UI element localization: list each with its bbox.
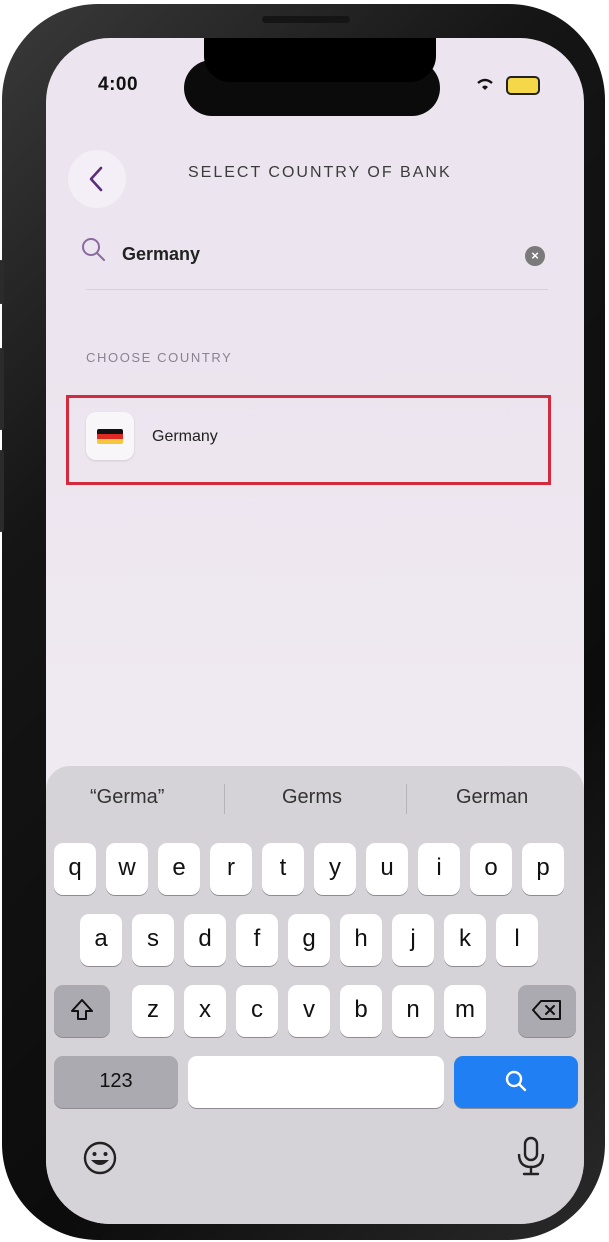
status-time: 4:00 [98, 74, 139, 95]
key-d[interactable]: d [184, 914, 226, 966]
key-n[interactable]: n [392, 985, 434, 1037]
search-icon [505, 1070, 527, 1092]
flag-container [86, 412, 134, 460]
backspace-icon [532, 1000, 561, 1020]
volume-down-button [0, 450, 4, 532]
key-m[interactable]: m [444, 985, 486, 1037]
suggestion-1[interactable]: “Germa” [90, 786, 164, 809]
germany-flag-icon [97, 429, 123, 444]
key-t[interactable]: t [262, 843, 304, 895]
suggestion-3[interactable]: German [456, 786, 528, 809]
key-v[interactable]: v [288, 985, 330, 1037]
search-divider [86, 289, 548, 290]
phone-frame: 4:00 SELECT COUNTRY OF BANK Germany × CH… [0, 4, 605, 1240]
screen: 4:00 SELECT COUNTRY OF BANK Germany × CH… [46, 38, 584, 1224]
country-list-item[interactable]: Germany [86, 408, 526, 464]
search-key[interactable] [454, 1056, 578, 1108]
notch [204, 38, 436, 82]
key-h[interactable]: h [340, 914, 382, 966]
key-g[interactable]: g [288, 914, 330, 966]
microphone-icon [517, 1136, 545, 1176]
space-key[interactable] [188, 1056, 444, 1108]
key-j[interactable]: j [392, 914, 434, 966]
back-button[interactable] [68, 150, 126, 208]
shift-icon [71, 999, 93, 1020]
key-y[interactable]: y [314, 843, 356, 895]
shift-key[interactable] [54, 985, 110, 1037]
clear-icon[interactable]: × [525, 246, 545, 266]
emoji-icon [83, 1141, 117, 1175]
emoji-button[interactable] [82, 1140, 118, 1184]
search-icon [82, 238, 105, 261]
battery-icon [506, 76, 540, 95]
key-k[interactable]: k [444, 914, 486, 966]
page-title: SELECT COUNTRY OF BANK [188, 164, 452, 181]
key-c[interactable]: c [236, 985, 278, 1037]
key-e[interactable]: e [158, 843, 200, 895]
search-input[interactable]: Germany [122, 244, 200, 265]
country-name: Germany [152, 428, 218, 445]
volume-up-button [0, 348, 4, 430]
key-z[interactable]: z [132, 985, 174, 1037]
earpiece-speaker [262, 16, 350, 23]
key-a[interactable]: a [80, 914, 122, 966]
suggestion-2[interactable]: Germs [282, 786, 342, 809]
key-b[interactable]: b [340, 985, 382, 1037]
suggestion-divider [224, 784, 225, 814]
wifi-icon [474, 76, 496, 96]
key-p[interactable]: p [522, 843, 564, 895]
key-f[interactable]: f [236, 914, 278, 966]
key-o[interactable]: o [470, 843, 512, 895]
keyboard: “Germa” Germs German q w e r t y u i o p… [46, 766, 584, 1224]
key-r[interactable]: r [210, 843, 252, 895]
microphone-button[interactable] [516, 1136, 546, 1184]
key-u[interactable]: u [366, 843, 408, 895]
key-l[interactable]: l [496, 914, 538, 966]
key-i[interactable]: i [418, 843, 460, 895]
mute-switch [0, 260, 4, 304]
key-q[interactable]: q [54, 843, 96, 895]
suggestion-bar: “Germa” Germs German [46, 766, 584, 828]
chevron-left-icon [89, 166, 103, 192]
key-w[interactable]: w [106, 843, 148, 895]
key-x[interactable]: x [184, 985, 226, 1037]
key-s[interactable]: s [132, 914, 174, 966]
numbers-key[interactable]: 123 [54, 1056, 178, 1108]
delete-key[interactable] [518, 985, 576, 1037]
section-label: CHOOSE COUNTRY [86, 350, 233, 365]
suggestion-divider [406, 784, 407, 814]
